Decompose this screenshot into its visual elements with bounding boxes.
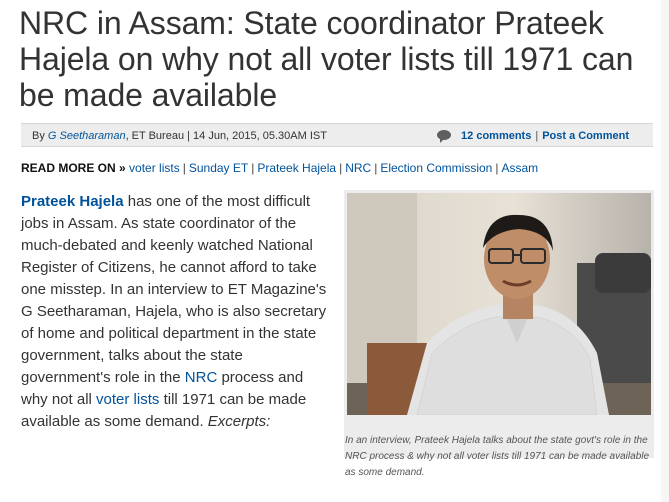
article-headline: NRC in Assam: State coordinator Prateek … — [19, 5, 634, 113]
read-more-bar: READ MORE ON » voter lists | Sunday ET | Pra… — [21, 160, 538, 176]
byline-by: By — [32, 130, 45, 142]
byline-info: By G Seetharaman, ET Bureau | 14 Jun, 20… — [32, 124, 327, 148]
tag-separator: | — [339, 161, 343, 175]
comment-bubble-icon — [437, 130, 452, 143]
byline-separator: | — [535, 130, 539, 142]
excerpts-label: Excerpts: — [207, 413, 271, 430]
post-comment-link[interactable]: Post a Comment — [542, 124, 629, 148]
article-body: Prateek Hajela has one of the most diffi… — [21, 191, 331, 433]
tag-link-sunday-et[interactable]: Sunday ET — [189, 161, 248, 175]
photo-caption: In an interview, Prateek Hajela talks ab… — [345, 435, 650, 478]
byline-source-date: , ET Bureau | 14 Jun, 2015, 05.30AM IST — [125, 130, 327, 142]
tag-separator: | — [374, 161, 378, 175]
tag-link-assam[interactable]: Assam — [501, 161, 538, 175]
nrc-link[interactable]: NRC — [185, 369, 218, 386]
comments-area: 12 comments | Post a Comment — [437, 124, 629, 148]
article-text-1: has one of the most difficult jobs in As… — [21, 193, 327, 386]
tag-link-nrc[interactable]: NRC — [345, 161, 371, 175]
tag-separator: | — [495, 161, 499, 175]
voter-lists-link[interactable]: voter lists — [96, 391, 159, 408]
tag-separator: | — [251, 161, 255, 175]
read-more-label: READ MORE ON » — [21, 161, 126, 175]
tag-link-voter-lists[interactable]: voter lists — [129, 161, 180, 175]
byline-bar: By G Seetharaman, ET Bureau | 14 Jun, 20… — [21, 123, 653, 147]
tag-link-prateek-hajela[interactable]: Prateek Hajela — [257, 161, 336, 175]
author-link[interactable]: G Seetharaman — [48, 130, 126, 142]
portrait-image — [347, 193, 651, 415]
tag-separator: | — [182, 161, 186, 175]
person-link[interactable]: Prateek Hajela — [21, 193, 124, 210]
page-scrollbar[interactable] — [661, 0, 669, 502]
tag-link-election-commission[interactable]: Election Commission — [380, 161, 492, 175]
article-photo — [347, 193, 651, 415]
comments-link[interactable]: 12 comments — [461, 124, 531, 148]
article-figure — [344, 190, 654, 458]
